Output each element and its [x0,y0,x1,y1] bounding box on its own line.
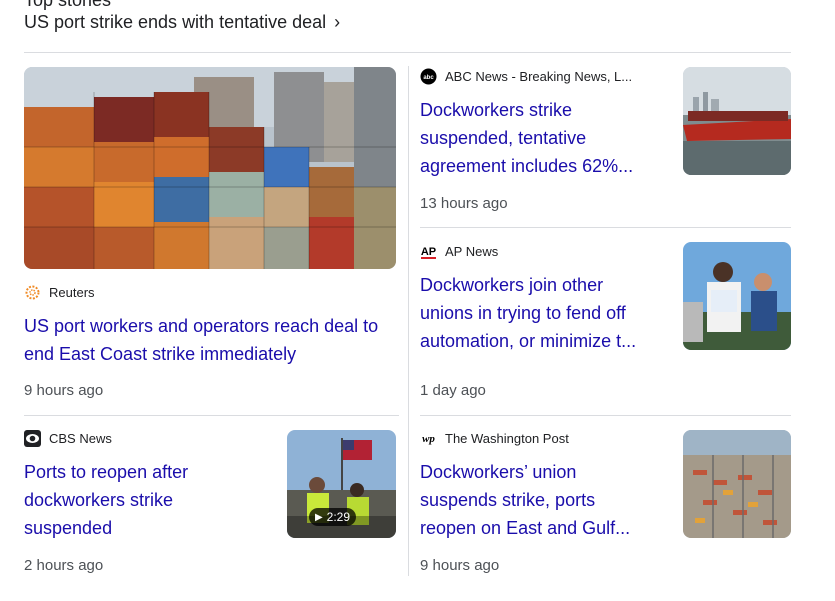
title-line: Dockworkers join other [420,275,604,295]
right-divider-1 [420,227,791,228]
cbs-source: CBS News [24,430,112,447]
video-duration: 2:29 [326,510,350,524]
title-line: Ports to reopen after [24,462,189,482]
reuters-logo-icon [24,284,41,301]
ap-logo-icon: AP [420,243,437,260]
abc-source-name: ABC News - Breaking News, L... [445,69,633,84]
wapo-story-title[interactable]: Dockworkers’ union suspends strike, port… [420,458,675,542]
cbs-story-title[interactable]: Ports to reopen after dockworkers strike… [24,458,274,542]
ap-story-title[interactable]: Dockworkers join other unions in trying … [420,271,675,355]
cbs-source-name: CBS News [49,431,112,446]
story-cluster-header[interactable]: US port strike ends with tentative deal … [24,12,340,33]
ap-source-name: AP News [445,244,499,259]
svg-text:wp: wp [422,433,435,445]
ap-source: AP AP News [420,243,498,260]
chevron-right-icon: › [334,12,341,32]
wapo-source: wp The Washington Post [420,430,569,447]
column-divider [408,66,409,576]
featured-story-time: 9 hours ago [24,382,104,399]
svg-text:AP: AP [421,246,436,258]
cbs-eye-logo-icon [24,430,41,447]
featured-story-title[interactable]: US port workers and operators reach deal… [24,312,404,368]
featured-source: Reuters [24,284,95,301]
video-duration-badge: ▶ 2:29 [308,508,356,526]
featured-source-name: Reuters [49,285,95,300]
title-line: dockworkers strike [24,490,174,510]
title-line: Dockworkers strike [420,100,573,120]
title-line: suspended [24,518,113,538]
port-aerial-image[interactable] [683,430,791,538]
title-line: suspended, tentative [420,128,587,148]
shipping-containers-image[interactable] [24,67,396,269]
abc-source: abc ABC News - Breaking News, L... [420,68,632,85]
cbs-story-time: 2 hours ago [24,557,104,574]
play-icon: ▶ [314,511,323,523]
left-divider [24,415,399,416]
wapo-story-time: 9 hours ago [420,557,500,574]
section-heading: Top stories [24,0,112,10]
title-line: unions in trying to fend off [420,303,626,323]
title-line: suspends strike, ports [420,490,596,510]
abc-story-title[interactable]: Dockworkers strike suspended, tentative … [420,96,675,180]
dockworkers-video-image[interactable]: ▶ 2:29 [287,430,396,538]
abc-logo-icon: abc [420,68,437,85]
svg-text:abc: abc [423,75,434,81]
story-cluster-title[interactable]: US port strike ends with tentative deal [24,12,326,33]
wapo-source-name: The Washington Post [445,431,569,446]
wapo-logo-icon: wp [420,430,437,447]
protest-rally-image[interactable] [683,242,791,350]
title-line: agreement includes 62%... [420,156,634,176]
ap-story-time: 1 day ago [420,382,486,399]
header-divider [24,52,791,53]
container-ship-image[interactable] [683,67,791,175]
right-divider-2 [420,415,791,416]
title-line: Dockworkers’ union [420,462,577,482]
title-line: automation, or minimize t... [420,331,637,351]
title-line: reopen on East and Gulf... [420,518,631,538]
abc-story-time: 13 hours ago [420,195,508,212]
